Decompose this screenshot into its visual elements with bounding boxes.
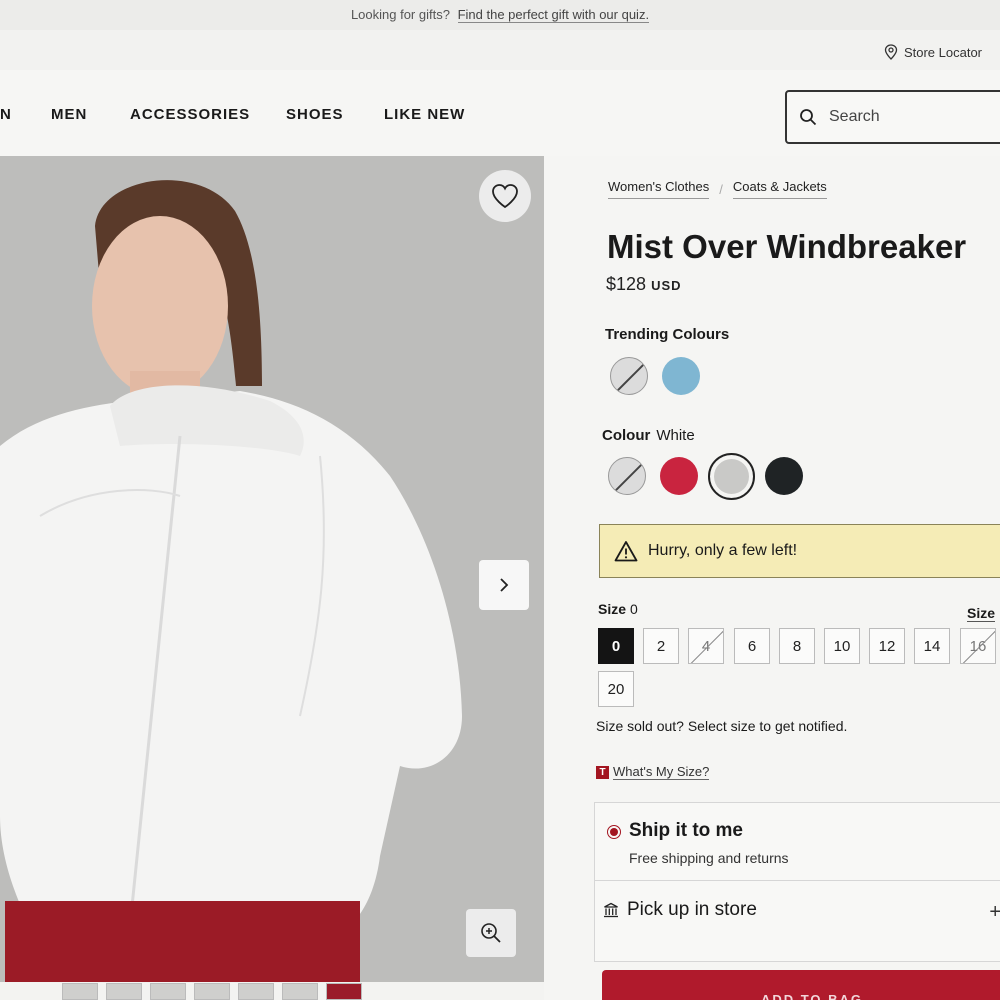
heart-icon <box>492 184 518 209</box>
wishlist-button[interactable] <box>479 170 531 222</box>
thumbnail[interactable] <box>106 983 142 1000</box>
colour-label-text: Colour <box>602 427 651 444</box>
model-photo <box>0 156 544 982</box>
whats-my-size-link[interactable]: What's My Size? <box>613 764 710 780</box>
add-to-bag-button[interactable]: ADD TO BAG <box>602 970 1000 1000</box>
store-locator-link[interactable]: Store Locator <box>884 44 982 60</box>
size-selected-value: 0 <box>630 601 638 617</box>
size-option-0[interactable]: 0 <box>598 628 634 664</box>
trending-swatch-unavailable[interactable] <box>610 357 648 395</box>
size-option-16-sold-out[interactable]: 16 <box>960 628 996 664</box>
promo-text: Looking for gifts? <box>350 7 450 22</box>
next-image-button[interactable] <box>479 560 529 610</box>
low-stock-text: Hurry, only a few left! <box>648 542 798 559</box>
nav-item-women[interactable]: N <box>0 106 12 123</box>
size-option-20[interactable]: 20 <box>598 671 634 707</box>
thumbnail[interactable] <box>62 983 98 1000</box>
product-image[interactable] <box>0 156 544 982</box>
thumbnail[interactable] <box>282 983 318 1000</box>
price-currency: USD <box>651 278 682 293</box>
size-label-text: Size <box>598 601 627 617</box>
thumbnail[interactable] <box>194 983 230 1000</box>
location-pin-icon <box>884 44 898 60</box>
fulfillment-options: Ship it to me Free shipping and returns … <box>594 802 1000 962</box>
zoom-in-icon <box>481 923 501 943</box>
warning-icon <box>614 541 638 562</box>
low-stock-alert: Hurry, only a few left! <box>599 524 1000 578</box>
product-title: Mist Over Windbreaker <box>607 228 967 265</box>
colour-swatch-red[interactable] <box>660 457 698 495</box>
thumbnail[interactable] <box>326 983 362 1000</box>
colour-swatch-unavailable[interactable] <box>608 457 646 495</box>
colour-selected-value: White <box>656 427 695 444</box>
colour-swatch-white-selected[interactable] <box>708 453 755 500</box>
size-option-14[interactable]: 14 <box>914 628 950 664</box>
colour-swatch-black[interactable] <box>765 457 803 495</box>
breadcrumb: Women's Clothes / Coats & Jackets <box>608 179 827 199</box>
nav-item-like-new[interactable]: LIKE NEW <box>384 106 465 123</box>
size-option-2[interactable]: 2 <box>643 628 679 664</box>
ship-it-subtitle: Free shipping and returns <box>629 850 789 866</box>
nav-item-men[interactable]: MEN <box>51 106 87 123</box>
main-nav: N MEN ACCESSORIES SHOES LIKE NEW Search <box>0 70 1000 156</box>
store-locator-label: Store Locator <box>903 44 982 60</box>
search-placeholder: Search <box>829 108 880 125</box>
breadcrumb-coats-jackets[interactable]: Coats & Jackets <box>732 179 827 199</box>
price-amount: $128 <box>606 274 647 294</box>
store-icon <box>604 902 618 918</box>
size-option-6[interactable]: 6 <box>734 628 770 664</box>
size-guide-link[interactable]: Size <box>967 605 996 622</box>
thumbnail[interactable] <box>150 983 186 1000</box>
product-price: $128 USD <box>606 274 682 295</box>
nav-item-accessories[interactable]: ACCESSORIES <box>130 106 250 123</box>
size-label: Size 0 <box>598 601 638 617</box>
search-input[interactable]: Search <box>785 90 1000 144</box>
size-option-12[interactable]: 12 <box>869 628 905 664</box>
colour-label: Colour White <box>602 427 695 444</box>
ship-it-option[interactable]: Ship it to me Free shipping and returns <box>595 803 1000 881</box>
search-icon <box>800 109 817 126</box>
size-tool-badge-icon: T <box>596 765 609 779</box>
size-option-10[interactable]: 10 <box>824 628 860 664</box>
size-option-8[interactable]: 8 <box>779 628 815 664</box>
breadcrumb-separator: / <box>719 181 723 197</box>
promo-bar: Looking for gifts? Find the perfect gift… <box>0 0 1000 30</box>
pickup-label: Pick up in store <box>627 899 757 920</box>
zoom-button[interactable] <box>466 909 516 957</box>
promo-link[interactable]: Find the perfect gift with our quiz. <box>457 7 650 23</box>
ship-radio-selected[interactable] <box>607 825 621 839</box>
ship-it-title: Ship it to me <box>629 820 743 841</box>
size-option-4-sold-out[interactable]: 4 <box>688 628 724 664</box>
thumbnail-strip <box>62 983 362 1000</box>
trending-colours-label: Trending Colours <box>605 326 730 343</box>
size-sold-out-message: Size sold out? Select size to get notifi… <box>596 718 848 734</box>
trending-swatch-blue[interactable] <box>662 357 700 395</box>
expand-pickup-icon[interactable]: + <box>989 901 1000 924</box>
utility-bar: Store Locator <box>0 30 1000 70</box>
whats-my-size: T What's My Size? <box>596 764 710 780</box>
pickup-option[interactable]: Pick up in store <box>603 899 757 921</box>
nav-item-shoes[interactable]: SHOES <box>286 106 344 123</box>
breadcrumb-womens-clothes[interactable]: Women's Clothes <box>608 179 710 199</box>
thumbnail[interactable] <box>238 983 274 1000</box>
chevron-right-icon <box>500 578 509 592</box>
